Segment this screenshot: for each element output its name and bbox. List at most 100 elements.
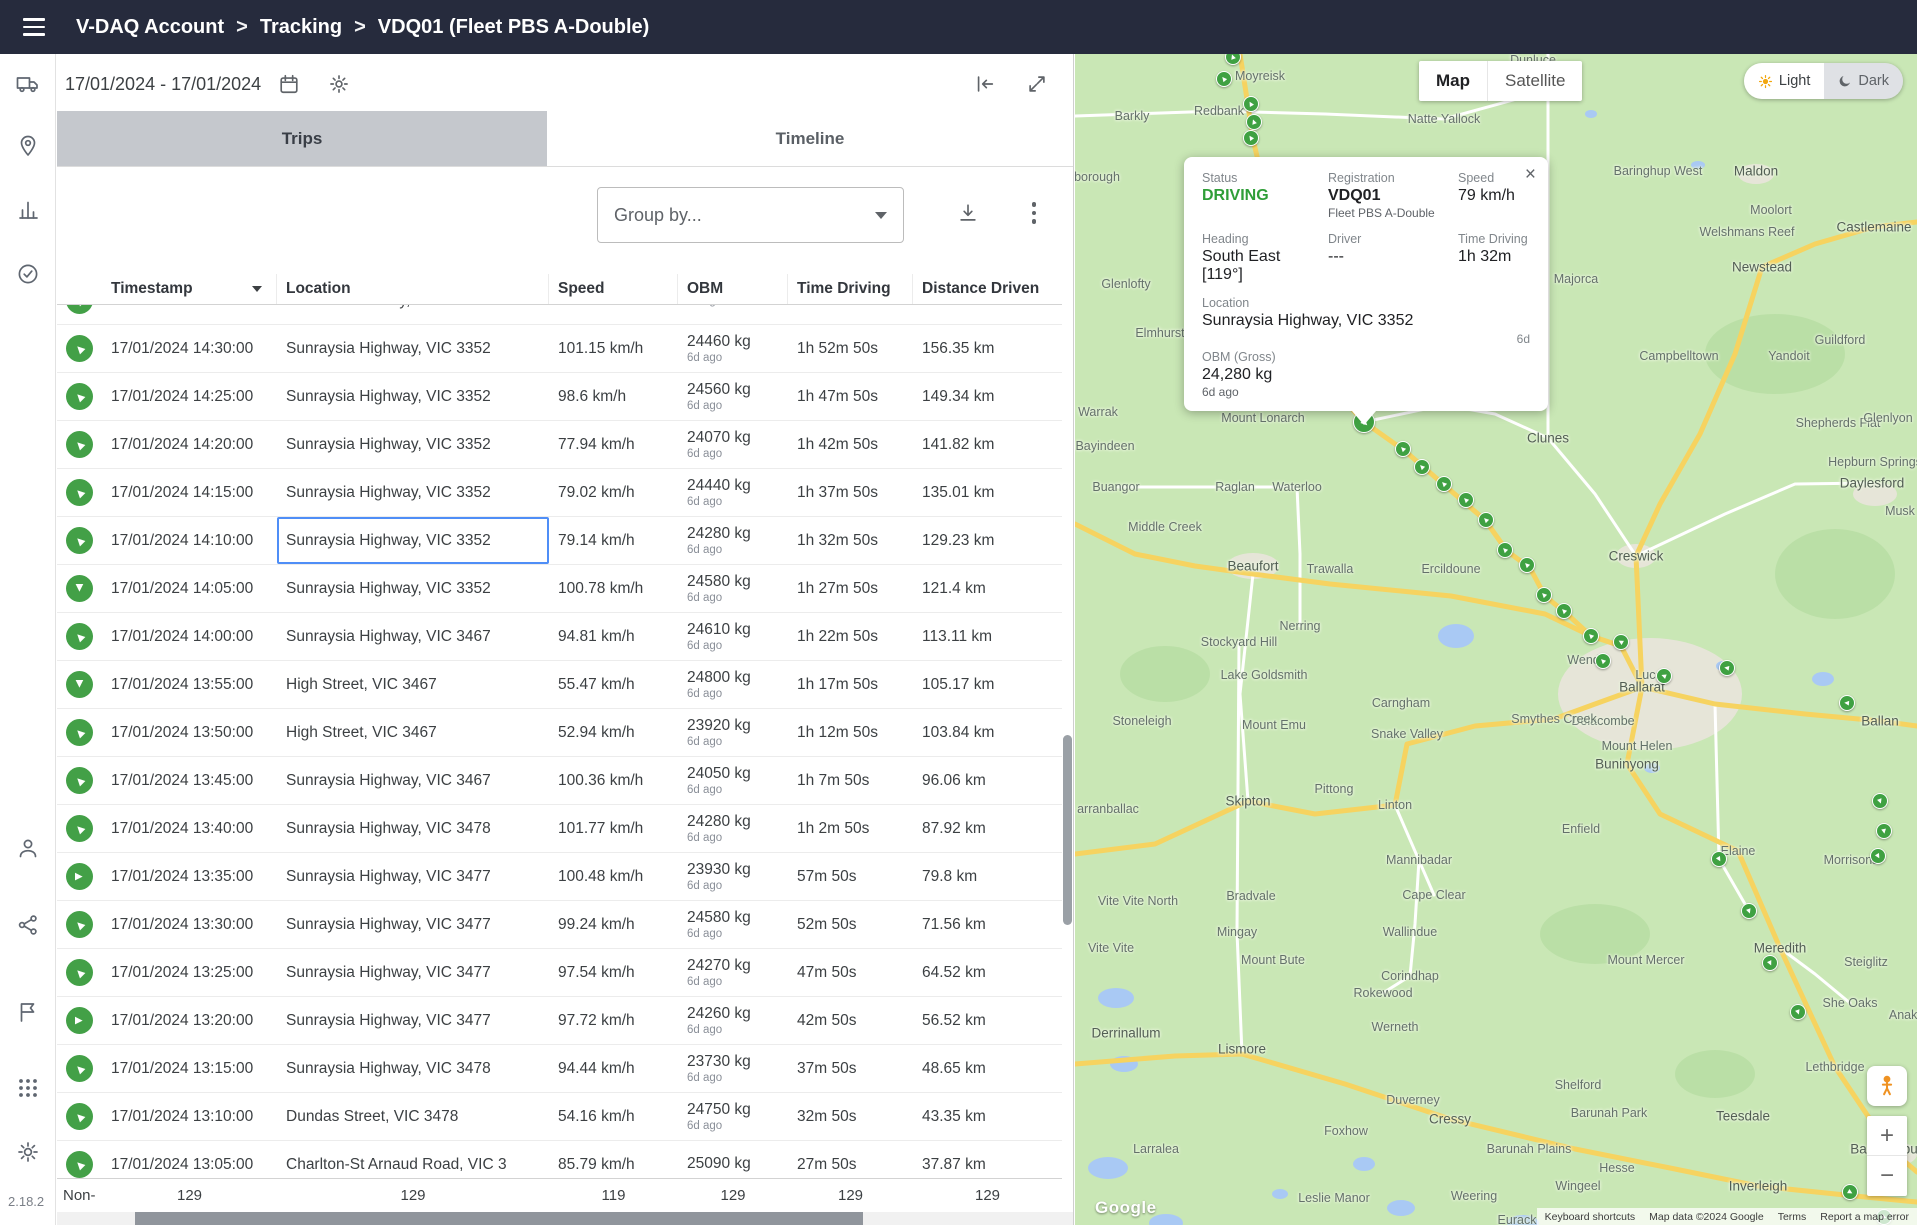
map-type-satellite-button[interactable]: Satellite: [1487, 61, 1582, 101]
timestamp-cell[interactable]: 17/01/2024 13:25:00: [102, 949, 277, 996]
speed-cell[interactable]: 100.36 km/h: [549, 757, 678, 804]
speed-cell[interactable]: 79.14 km/h: [549, 517, 678, 564]
route-marker[interactable]: ▲: [1741, 903, 1757, 919]
route-marker[interactable]: ▲: [1711, 851, 1727, 867]
obm-cell[interactable]: 24460 kg 6d ago: [678, 325, 788, 372]
route-marker[interactable]: ▲: [1395, 441, 1411, 457]
time-driving-cell[interactable]: 52m 50s: [788, 901, 913, 948]
time-driving-cell[interactable]: 1h 17m 50s: [788, 661, 913, 708]
time-driving-cell[interactable]: 32m 50s: [788, 1093, 913, 1140]
speed-cell[interactable]: 85.79 km/h: [549, 1141, 678, 1178]
timestamp-cell[interactable]: 17/01/2024 14:20:00: [102, 421, 277, 468]
distance-cell[interactable]: 79.8 km: [913, 853, 1062, 900]
panel-settings-gear-icon[interactable]: [321, 66, 357, 102]
user-icon[interactable]: [8, 828, 48, 868]
time-driving-cell[interactable]: 47m 50s: [788, 949, 913, 996]
apps-grid-icon[interactable]: [8, 1068, 48, 1108]
calendar-icon[interactable]: [271, 66, 307, 102]
share-icon[interactable]: [8, 905, 48, 945]
route-marker[interactable]: ▲: [1583, 628, 1599, 644]
table-row[interactable]: ▲ 17/01/2024 14:20:00 Sunraysia Highway, V…: [57, 421, 1062, 469]
time-driving-cell[interactable]: 1h 32m 50s: [788, 517, 913, 564]
table-row[interactable]: ▲ 17/01/2024 14:00:00 Sunraysia Highway, V…: [57, 613, 1062, 661]
speed-cell[interactable]: 52.94 km/h: [549, 709, 678, 756]
sort-desc-icon[interactable]: [252, 286, 262, 292]
table-row[interactable]: ▲ 17/01/2024 14:15:00 Sunraysia Highway, V…: [57, 469, 1062, 517]
distance-cell[interactable]: 121.4 km: [913, 565, 1062, 612]
table-row[interactable]: ▲ 17/01/2024 14:10:00 Sunraysia Highway, V…: [57, 517, 1062, 565]
route-marker[interactable]: ▲: [1613, 634, 1629, 650]
obm-cell[interactable]: 25090 kg: [678, 1141, 788, 1178]
speed-cell[interactable]: 98.6 km/h: [549, 373, 678, 420]
attribution-link[interactable]: Terms: [1778, 1211, 1807, 1223]
distance-cell[interactable]: 113.11 km: [913, 613, 1062, 660]
time-driving-cell[interactable]: 1h 2m 50s: [788, 805, 913, 852]
time-driving-cell[interactable]: 1h 47m 50s: [788, 373, 913, 420]
location-cell[interactable]: Sunraysia Highway, VIC 3477: [277, 949, 549, 996]
time-driving-cell[interactable]: 37m 50s: [788, 1045, 913, 1092]
distance-cell[interactable]: 71.56 km: [913, 901, 1062, 948]
route-marker[interactable]: ▲: [1216, 71, 1232, 87]
table-row[interactable]: ▲ 17/01/2024 14:35:00Western Freeway, Min…: [57, 305, 1062, 325]
speed-cell[interactable]: 77.94 km/h: [549, 421, 678, 468]
location-cell[interactable]: Sunraysia Highway, VIC 3352: [277, 517, 549, 564]
distance-cell[interactable]: 48.65 km: [913, 1045, 1062, 1092]
menu-icon[interactable]: [14, 7, 54, 47]
time-driving-cell[interactable]: 42m 50s: [788, 997, 913, 1044]
time-driving-cell[interactable]: 27m 50s: [788, 1141, 913, 1178]
distance-cell[interactable]: 87.92 km: [913, 805, 1062, 852]
settings-gear-icon[interactable]: [8, 1132, 48, 1172]
distance-cell[interactable]: 135.01 km: [913, 469, 1062, 516]
speed-cell[interactable]: 94.44 km/h: [549, 1045, 678, 1092]
speed-cell[interactable]: 88.73 km/h: [549, 305, 678, 324]
vehicles-icon[interactable]: [8, 64, 48, 104]
obm-cell[interactable]: 23920 kg 6d ago: [678, 709, 788, 756]
location-cell[interactable]: Sunraysia Highway, VIC 3467: [277, 613, 549, 660]
timestamp-cell[interactable]: 17/01/2024 13:10:00: [102, 1093, 277, 1140]
speed-cell[interactable]: 97.72 km/h: [549, 997, 678, 1044]
location-cell[interactable]: Sunraysia Highway, VIC 3352: [277, 421, 549, 468]
route-marker[interactable]: ▲: [1876, 823, 1892, 839]
route-marker[interactable]: ▲: [1595, 653, 1611, 669]
attribution-link[interactable]: Keyboard shortcuts: [1545, 1211, 1635, 1223]
tab-timeline[interactable]: Timeline: [547, 111, 1073, 166]
distance-cell[interactable]: 141.82 km: [913, 421, 1062, 468]
table-row[interactable]: ▲ 17/01/2024 13:05:00 Charlton-St Arnaud R…: [57, 1141, 1062, 1178]
route-marker[interactable]: ▲: [1656, 668, 1672, 684]
distance-cell[interactable]: 149.34 km: [913, 373, 1062, 420]
timestamp-cell[interactable]: 17/01/2024 13:20:00: [102, 997, 277, 1044]
obm-cell[interactable]: 24050 kg 6d ago: [678, 757, 788, 804]
map-type-map-button[interactable]: Map: [1419, 61, 1487, 101]
group-by-select[interactable]: Group by...: [597, 187, 904, 243]
obm-cell[interactable]: 24280 kg 6d ago: [678, 805, 788, 852]
breadcrumb-section[interactable]: Tracking: [260, 16, 342, 39]
location-cell[interactable]: Sunraysia Highway, VIC 3478: [277, 805, 549, 852]
route-marker[interactable]: ▲: [1870, 848, 1886, 864]
location-cell[interactable]: Sunraysia Highway, VIC 3467: [277, 757, 549, 804]
timestamp-cell[interactable]: 17/01/2024 14:35:00: [102, 305, 277, 324]
vertical-scrollbar-thumb[interactable]: [1063, 735, 1072, 925]
speed-cell[interactable]: 100.48 km/h: [549, 853, 678, 900]
timestamp-cell[interactable]: 17/01/2024 14:10:00: [102, 517, 277, 564]
table-row[interactable]: ▲ 17/01/2024 13:50:00 High Street, VIC 346…: [57, 709, 1062, 757]
reports-chart-icon[interactable]: [8, 190, 48, 230]
route-marker[interactable]: ▲: [1762, 955, 1778, 971]
route-marker[interactable]: ▲: [1436, 476, 1452, 492]
table-row[interactable]: ▲ 17/01/2024 13:35:00 Sunraysia Highway, V…: [57, 853, 1062, 901]
time-driving-cell[interactable]: 1h 37m 50s: [788, 469, 913, 516]
location-cell[interactable]: Sunraysia Highway, VIC 3477: [277, 901, 549, 948]
location-cell[interactable]: Sunraysia Highway, VIC 3352: [277, 325, 549, 372]
obm-cell[interactable]: 24280 kg 6d ago: [678, 517, 788, 564]
column-header[interactable]: Timestamp: [102, 274, 277, 304]
speed-cell[interactable]: 101.77 km/h: [549, 805, 678, 852]
more-options-icon[interactable]: [1016, 195, 1052, 231]
obm-cell[interactable]: 23730 kg 6d ago: [678, 1045, 788, 1092]
time-driving-cell[interactable]: 1h 57m 50s: [788, 305, 913, 324]
speed-cell[interactable]: 54.16 km/h: [549, 1093, 678, 1140]
speed-cell[interactable]: 94.81 km/h: [549, 613, 678, 660]
route-marker[interactable]: ▲: [1497, 542, 1513, 558]
table-row[interactable]: ▲ 17/01/2024 13:15:00 Sunraysia Highway, V…: [57, 1045, 1062, 1093]
route-marker[interactable]: ▲: [1839, 695, 1855, 711]
table-row[interactable]: ▲ 17/01/2024 14:30:00 Sunraysia Highway, V…: [57, 325, 1062, 373]
location-cell[interactable]: High Street, VIC 3467: [277, 661, 549, 708]
